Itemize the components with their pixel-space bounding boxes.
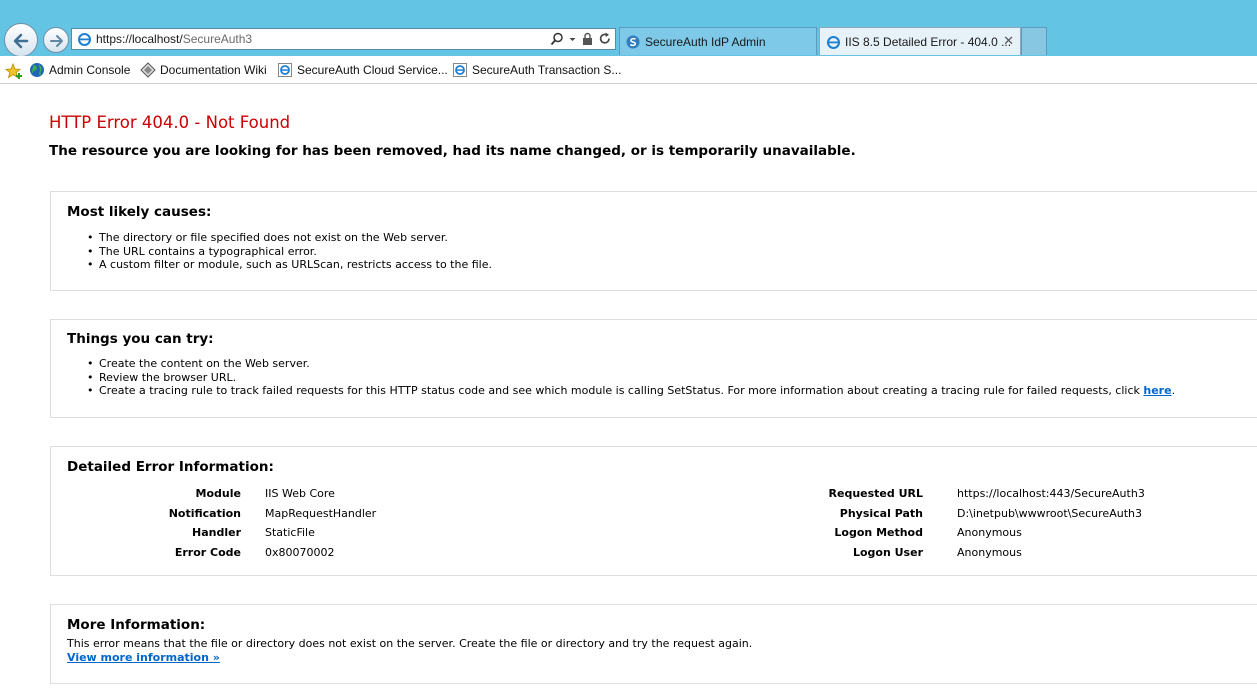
add-favorite-star-icon[interactable]	[5, 63, 23, 79]
ie-page-icon	[827, 36, 840, 49]
favorite-documentation-wiki[interactable]: Documentation Wiki	[140, 62, 267, 78]
favorites-bar: Admin Console Documentation Wiki SecureA…	[0, 56, 1257, 84]
tracing-end: .	[1171, 384, 1176, 397]
back-button[interactable]	[4, 23, 38, 57]
more-information-section: More Information: This error means that …	[50, 604, 1257, 684]
secureauth-logo-icon	[626, 35, 640, 49]
favorite-secureauth-transaction[interactable]: SecureAuth Transaction S...	[452, 62, 621, 78]
list-item: The URL contains a typographical error.	[87, 245, 492, 259]
causes-list: The directory or file specified does not…	[87, 231, 492, 272]
forward-button[interactable]	[43, 27, 69, 53]
try-list: Create the content on the Web server. Re…	[87, 357, 1176, 398]
favorite-admin-console[interactable]: Admin Console	[29, 62, 130, 78]
detail-key: Logon Method	[834, 526, 923, 540]
favorite-label: Admin Console	[49, 63, 131, 77]
detail-key: Requested URL	[828, 487, 923, 500]
detail-value: 0x80070002	[265, 545, 335, 559]
detail-value: Anonymous	[957, 526, 1022, 540]
things-to-try-section: Things you can try: Create the content o…	[50, 319, 1257, 418]
detail-value: MapRequestHandler	[265, 506, 377, 520]
globe-icon	[30, 63, 44, 77]
address-path: SecureAuth3	[182, 32, 253, 46]
detail-value: StaticFile	[265, 526, 315, 540]
detail-key: Physical Path	[839, 506, 923, 520]
tracing-text: Create a tracing rule to track failed re…	[99, 384, 1144, 397]
detail-value: Anonymous	[957, 545, 1022, 559]
new-tab-button[interactable]	[1021, 27, 1047, 55]
detail-value: https://localhost:443/SecureAuth3	[957, 487, 1145, 500]
ie-page-icon	[453, 63, 467, 77]
favorite-label: SecureAuth Cloud Service...	[297, 63, 448, 77]
tab-secureauth-idp-admin[interactable]: SecureAuth IdP Admin	[619, 27, 817, 55]
address-tools	[550, 31, 611, 50]
list-item: Review the browser URL.	[87, 371, 1175, 385]
view-more-information-link[interactable]: View more information »	[67, 651, 220, 664]
page-subtitle: The resource you are looking for has bee…	[49, 143, 856, 159]
detailed-error-section: Detailed Error Information: Module IIS We…	[50, 446, 1257, 576]
lock-icon[interactable]	[582, 31, 593, 50]
browser-toolbar: https://localhost/SecureAuth3 SecureAuth…	[0, 0, 1257, 57]
dropdown-icon[interactable]	[569, 31, 576, 50]
address-bar[interactable]: https://localhost/SecureAuth3	[71, 28, 616, 50]
address-url[interactable]: https://localhost/SecureAuth3	[96, 32, 252, 46]
detail-key: Logon User	[852, 545, 923, 559]
favorite-label: Documentation Wiki	[160, 63, 267, 77]
more-info-text: This error means that the file or direct…	[67, 637, 753, 650]
list-item: Create the content on the Web server.	[87, 357, 1175, 371]
tab-iis-error[interactable]: IIS 8.5 Detailed Error - 404.0 ... ✕	[819, 27, 1021, 55]
address-host: https://localhost/	[96, 32, 183, 46]
page-title: HTTP Error 404.0 - Not Found	[49, 113, 291, 132]
back-arrow-icon	[13, 33, 29, 49]
list-item: A custom filter or module, such as URLSc…	[87, 258, 492, 272]
section-heading: Detailed Error Information:	[67, 459, 274, 475]
ie-page-icon	[278, 63, 292, 77]
section-heading: Things you can try:	[67, 331, 214, 347]
tab-label: IIS 8.5 Detailed Error - 404.0 ...	[845, 35, 1012, 49]
causes-section: Most likely causes: The directory or fil…	[50, 191, 1257, 291]
favorite-secureauth-cloud-service[interactable]: SecureAuth Cloud Service...	[277, 62, 448, 78]
detail-key: Notification	[168, 506, 241, 520]
diamond-icon	[140, 62, 156, 78]
here-link[interactable]: here	[1143, 384, 1171, 397]
section-heading: More Information:	[67, 617, 206, 633]
detail-key: Module	[195, 487, 241, 500]
close-tab-icon[interactable]: ✕	[1003, 33, 1014, 49]
refresh-icon[interactable]	[599, 31, 611, 50]
detail-value: D:\inetpub\wwwroot\SecureAuth3	[957, 506, 1142, 520]
section-heading: Most likely causes:	[67, 204, 212, 220]
favorite-label: SecureAuth Transaction S...	[472, 63, 622, 77]
search-icon[interactable]	[550, 31, 563, 50]
ie-page-icon	[78, 33, 91, 46]
list-item: The directory or file specified does not…	[87, 231, 492, 245]
detail-value: IIS Web Core	[265, 487, 335, 500]
detail-key: Error Code	[174, 545, 241, 559]
forward-arrow-icon	[50, 35, 63, 47]
tab-label: SecureAuth IdP Admin	[645, 35, 766, 49]
list-item: Create a tracing rule to track failed re…	[87, 384, 1176, 398]
detail-key: Handler	[192, 526, 241, 540]
